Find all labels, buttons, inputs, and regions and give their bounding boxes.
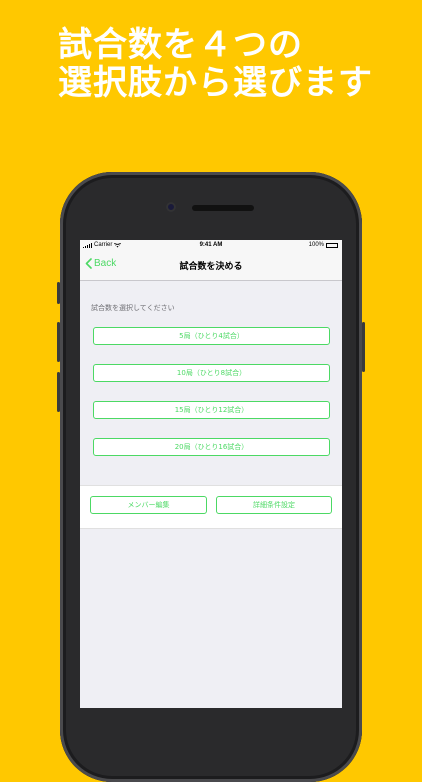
option-15-games-button[interactable]: 15局（ひとり12試合） bbox=[93, 401, 330, 419]
nav-title: 試合数を決める bbox=[179, 262, 243, 272]
phone-screen: Carrier 9:41 AM 100% Back 試合数を決める 試合数を選択… bbox=[80, 240, 342, 708]
detail-settings-button[interactable]: 詳細条件設定 bbox=[216, 496, 332, 514]
bottom-actions: メンバー編集 詳細条件設定 bbox=[80, 485, 342, 529]
phone-side-button bbox=[57, 282, 60, 304]
status-right: 100% bbox=[309, 242, 338, 248]
phone-side-button bbox=[362, 322, 365, 372]
match-count-options: 5局（ひとり4試合） 10局（ひとり8試合） 15局（ひとり12試合） 20局（… bbox=[80, 327, 342, 456]
navigation-bar: Back 試合数を決める bbox=[80, 252, 342, 281]
option-20-games-button[interactable]: 20局（ひとり16試合） bbox=[93, 438, 330, 456]
section-label: 試合数を選択してください bbox=[91, 304, 175, 312]
status-bar: Carrier 9:41 AM 100% bbox=[80, 240, 342, 252]
phone-side-button bbox=[57, 322, 60, 362]
promo-headline: 試合数を４つの 選択肢から選びます bbox=[58, 26, 373, 102]
promo-line-1: 試合数を４つの bbox=[58, 25, 303, 65]
earpiece-speaker bbox=[192, 205, 254, 211]
front-camera bbox=[166, 202, 176, 212]
battery-percent: 100% bbox=[308, 242, 324, 248]
phone-mockup: Carrier 9:41 AM 100% Back 試合数を決める 試合数を選択… bbox=[57, 172, 365, 782]
option-10-games-button[interactable]: 10局（ひとり8試合） bbox=[93, 364, 330, 382]
battery-icon bbox=[326, 242, 338, 248]
promo-line-2: 選択肢から選びます bbox=[58, 63, 373, 103]
option-5-games-button[interactable]: 5局（ひとり4試合） bbox=[93, 327, 330, 345]
member-edit-button[interactable]: メンバー編集 bbox=[90, 496, 207, 514]
status-time: 9:41 AM bbox=[199, 242, 223, 248]
phone-side-button bbox=[57, 372, 60, 412]
